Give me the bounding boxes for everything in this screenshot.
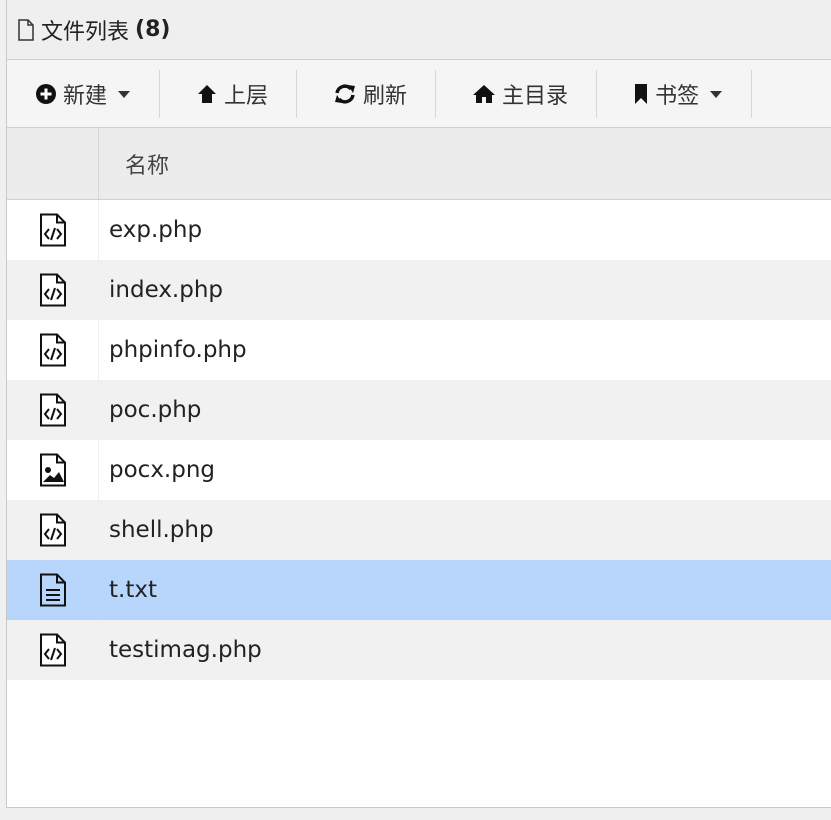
- bookmark-label: 书签: [655, 83, 700, 109]
- refresh-label: 刷新: [363, 83, 408, 109]
- new-button[interactable]: 新建: [27, 72, 159, 116]
- file-name: phpinfo.php: [98, 320, 831, 380]
- header-icon-column: [7, 128, 99, 199]
- bookmark-button[interactable]: 书签: [625, 72, 751, 116]
- file-row[interactable]: poc.php: [7, 380, 831, 440]
- file-name: index.php: [98, 260, 831, 320]
- refresh-icon: [333, 83, 357, 105]
- document-icon: [17, 18, 35, 41]
- bookmark-icon: [633, 83, 649, 105]
- panel-title: 文件列表: [41, 19, 130, 45]
- toolbar-separator: [751, 69, 753, 118]
- code-file-icon: [7, 380, 98, 440]
- header-name-column[interactable]: 名称: [99, 128, 831, 199]
- toolbar-separator: [435, 69, 437, 118]
- table-header: 名称: [7, 128, 831, 200]
- home-label: 主目录: [502, 83, 569, 109]
- file-row[interactable]: exp.php: [7, 200, 831, 260]
- file-list-panel: 文件列表 (8) 新建 上层 刷新 主目录 书签 名称 exp.php inde…: [6, 0, 831, 808]
- file-row[interactable]: pocx.png: [7, 440, 831, 500]
- caret-down-icon: [117, 89, 131, 99]
- code-file-icon: [7, 620, 98, 680]
- toolbar-separator: [296, 69, 298, 118]
- plus-circle-icon: [35, 83, 57, 105]
- file-name: poc.php: [98, 380, 831, 440]
- home-icon: [472, 83, 496, 105]
- file-row[interactable]: shell.php: [7, 500, 831, 560]
- home-button[interactable]: 主目录: [464, 72, 596, 116]
- file-name: shell.php: [98, 500, 831, 560]
- text-file-icon: [7, 560, 98, 620]
- refresh-button[interactable]: 刷新: [325, 72, 435, 116]
- file-row[interactable]: phpinfo.php: [7, 320, 831, 380]
- file-count: (8): [135, 17, 171, 42]
- header-name-label: 名称: [125, 153, 170, 179]
- caret-down-icon: [709, 89, 723, 99]
- code-file-icon: [7, 500, 98, 560]
- code-file-icon: [7, 260, 98, 320]
- code-file-icon: [7, 200, 98, 260]
- toolbar-separator: [596, 69, 598, 118]
- up-level-label: 上层: [224, 83, 269, 109]
- file-name: testimag.php: [98, 620, 831, 680]
- file-row-selected[interactable]: t.txt: [7, 560, 831, 620]
- file-rows: exp.php index.php phpinfo.php poc.php po…: [7, 200, 831, 680]
- new-button-label: 新建: [63, 83, 108, 109]
- file-name: t.txt: [98, 560, 831, 620]
- file-row[interactable]: testimag.php: [7, 620, 831, 680]
- up-level-button[interactable]: 上层: [188, 72, 296, 116]
- code-file-icon: [7, 320, 98, 380]
- panel-title-bar: 文件列表 (8): [7, 0, 831, 60]
- file-row[interactable]: index.php: [7, 260, 831, 320]
- toolbar: 新建 上层 刷新 主目录 书签: [7, 60, 831, 128]
- file-name: pocx.png: [98, 440, 831, 500]
- toolbar-separator: [159, 69, 161, 118]
- file-name: exp.php: [98, 200, 831, 260]
- arrow-up-icon: [196, 83, 218, 105]
- image-file-icon: [7, 440, 98, 500]
